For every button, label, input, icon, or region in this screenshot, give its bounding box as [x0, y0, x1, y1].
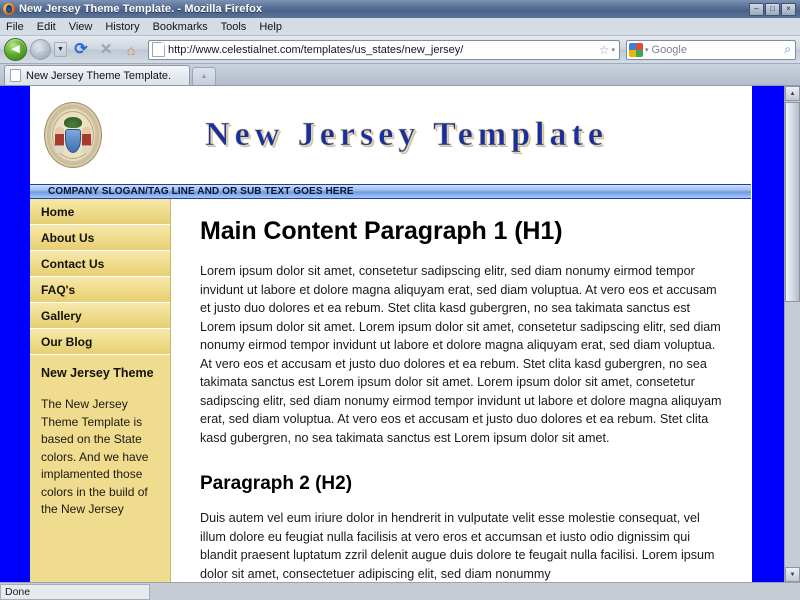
title-bar: New Jersey Theme Template. - Mozilla Fir…	[0, 0, 800, 18]
menu-item-view[interactable]: View	[69, 21, 93, 33]
status-bar: Done	[0, 582, 800, 600]
window-title: New Jersey Theme Template. - Mozilla Fir…	[19, 3, 263, 15]
page-body: Home About Us Contact Us FAQ's Gallery O…	[30, 199, 751, 582]
page-title: Main Content Paragraph 1 (H1)	[200, 217, 563, 245]
tab-favicon-icon	[10, 69, 21, 82]
bookmark-star-icon[interactable]: ☆	[599, 43, 610, 57]
tab-new-jersey-theme-template[interactable]: New Jersey Theme Template.	[4, 65, 190, 85]
sidebar-item-about-us[interactable]: About Us	[30, 225, 170, 251]
search-bar[interactable]: ▾ Google ⌕	[626, 39, 796, 60]
slogan-bar: COMPANY SLOGAN/TAG LINE AND OR SUB TEXT …	[30, 184, 751, 199]
tab-label: New Jersey Theme Template.	[26, 69, 172, 82]
search-input[interactable]: Google	[652, 44, 785, 56]
navigation-toolbar: ◀ ▶ ▼ ⟳ ✕ ⌂ http://www.celestialnet.com/…	[0, 36, 800, 64]
sidebar-item-gallery[interactable]: Gallery	[30, 303, 170, 329]
menu-bar: File Edit View History Bookmarks Tools H…	[0, 18, 800, 36]
google-icon	[629, 42, 643, 57]
menu-item-history[interactable]: History	[105, 21, 139, 33]
sidebar-panel-text: The New Jersey Theme Template is based o…	[41, 397, 149, 516]
menu-item-help[interactable]: Help	[259, 21, 282, 33]
menu-item-tools[interactable]: Tools	[221, 21, 247, 33]
search-engine-dropdown-icon[interactable]: ▾	[645, 46, 649, 54]
url-input[interactable]: http://www.celestialnet.com/templates/us…	[168, 44, 597, 56]
scroll-up-button[interactable]: ▲	[785, 86, 800, 101]
back-icon[interactable]: ◀	[4, 38, 27, 61]
scroll-down-button[interactable]: ▼	[785, 567, 800, 582]
sidebar-item-contact-us[interactable]: Contact Us	[30, 251, 170, 277]
new-jersey-state-seal-icon	[44, 102, 102, 168]
address-bar[interactable]: http://www.celestialnet.com/templates/us…	[148, 39, 620, 60]
sidebar: Home About Us Contact Us FAQ's Gallery O…	[30, 199, 171, 582]
sidebar-panel: New Jersey Theme The New Jersey Theme Te…	[30, 355, 170, 519]
stop-icon[interactable]: ✕	[95, 39, 117, 61]
vertical-scrollbar[interactable]: ▲ ▼	[784, 86, 800, 582]
page-favicon-icon	[152, 42, 165, 57]
home-icon[interactable]: ⌂	[120, 39, 142, 61]
web-page: New Jersey Template COMPANY SLOGAN/TAG L…	[0, 86, 784, 582]
browser-viewport: New Jersey Template COMPANY SLOGAN/TAG L…	[0, 86, 800, 582]
menu-item-file[interactable]: File	[6, 21, 24, 33]
search-icon[interactable]: ⌕	[784, 42, 791, 57]
minimize-button[interactable]: –	[749, 2, 764, 16]
section-heading-2: Paragraph 2 (H2)	[200, 473, 353, 494]
main-content: Main Content Paragraph 1 (H1) Lorem ipsu…	[171, 199, 751, 582]
sidebar-panel-heading: New Jersey Theme	[41, 366, 154, 380]
menu-item-bookmarks[interactable]: Bookmarks	[153, 21, 208, 33]
paragraph-1: Lorem ipsum dolor sit amet, consetetur s…	[200, 264, 722, 445]
new-tab-button[interactable]: ▲	[192, 67, 216, 85]
firefox-icon	[3, 3, 15, 15]
tab-strip: New Jersey Theme Template. ▲	[0, 64, 800, 86]
site-title: New Jersey Template	[205, 116, 608, 154]
status-text: Done	[0, 583, 150, 600]
scrollbar-thumb[interactable]	[785, 102, 800, 302]
page-container: New Jersey Template COMPANY SLOGAN/TAG L…	[30, 86, 752, 582]
sidebar-item-our-blog[interactable]: Our Blog	[30, 329, 170, 355]
close-button[interactable]: ×	[781, 2, 796, 16]
slogan-text: COMPANY SLOGAN/TAG LINE AND OR SUB TEXT …	[48, 186, 354, 197]
history-dropdown-icon[interactable]: ▼	[54, 42, 67, 57]
reload-icon[interactable]: ⟳	[70, 39, 92, 61]
paragraph-2: Duis autem vel eum iriure dolor in hendr…	[200, 511, 715, 581]
forward-icon[interactable]: ▶	[30, 39, 51, 60]
sidebar-nav: Home About Us Contact Us FAQ's Gallery O…	[30, 199, 170, 355]
window-controls: – □ ×	[749, 2, 796, 16]
browser-window: New Jersey Theme Template. - Mozilla Fir…	[0, 0, 800, 600]
menu-item-edit[interactable]: Edit	[37, 21, 56, 33]
sidebar-item-home[interactable]: Home	[30, 199, 170, 225]
url-dropdown-icon[interactable]: ▾	[611, 46, 615, 54]
site-header: New Jersey Template	[30, 86, 751, 184]
sidebar-item-faqs[interactable]: FAQ's	[30, 277, 170, 303]
url-value: http://www.celestialnet.com/templates/us…	[168, 43, 464, 56]
restore-button[interactable]: □	[765, 2, 780, 16]
